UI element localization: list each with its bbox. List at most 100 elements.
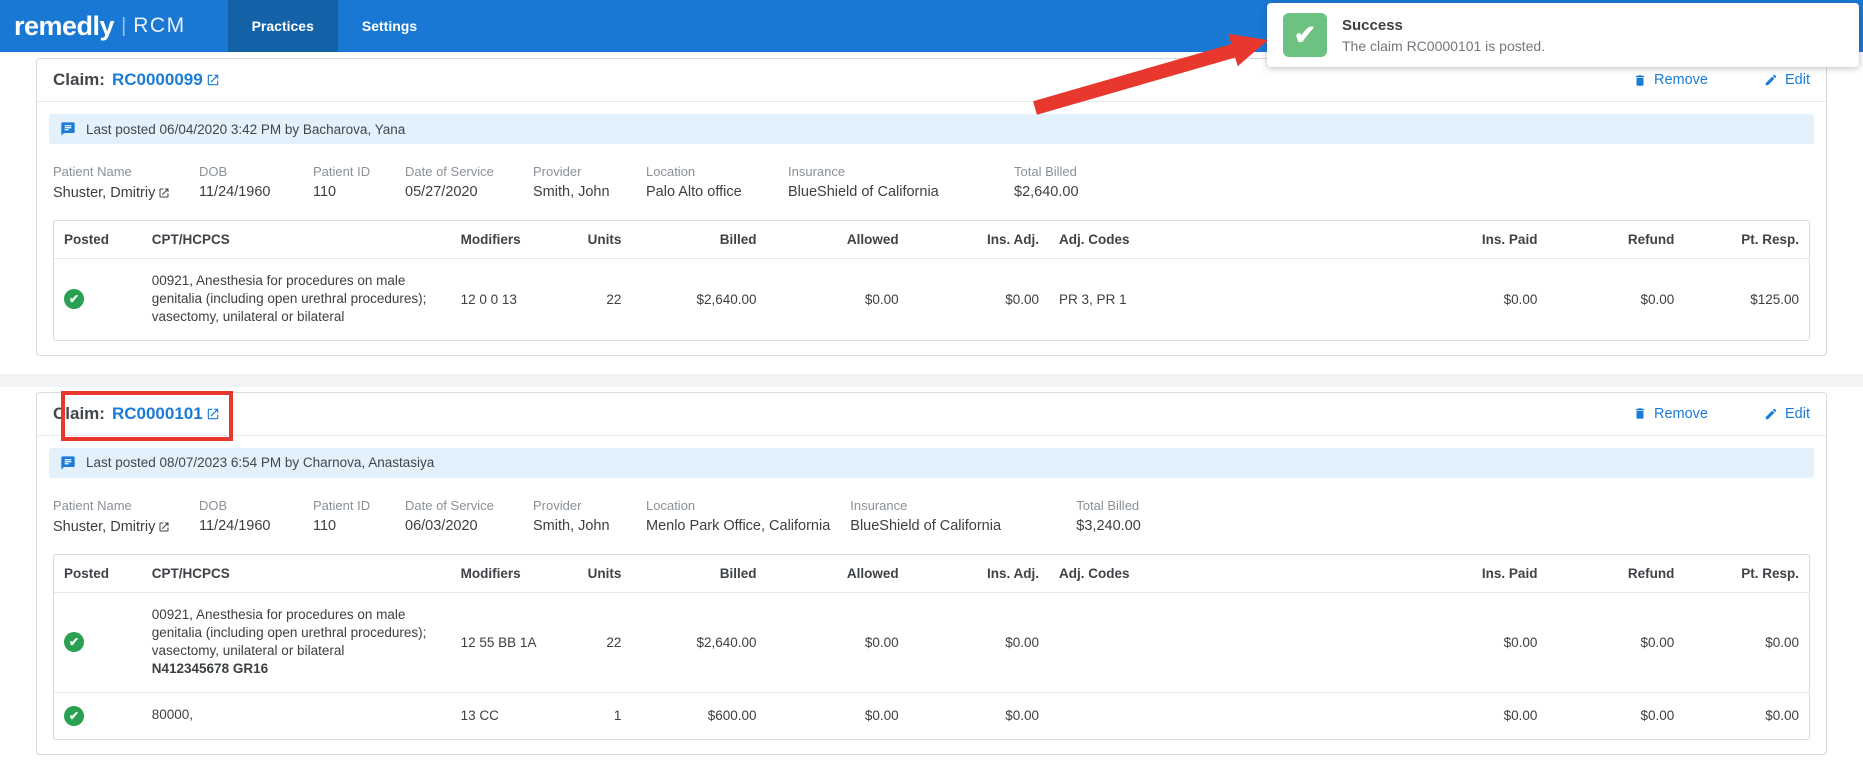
tab-settings-label: Settings xyxy=(361,18,418,34)
app-logo: remedly | RCM xyxy=(0,0,228,52)
claim-actions: Remove Edit xyxy=(1633,72,1810,88)
field-insurance: Insurance BlueShield of California xyxy=(788,164,1014,202)
toast-message: The claim RC0000101 is posted. xyxy=(1342,37,1546,54)
patient-name-value: Shuster, Dmitriy xyxy=(53,518,156,535)
cell-adj-codes xyxy=(1049,592,1319,692)
col-units: Units xyxy=(568,221,632,259)
field-label: Patient ID xyxy=(313,164,371,179)
field-label: Provider xyxy=(533,497,582,513)
field-value: 06/03/2020 xyxy=(405,517,478,534)
external-link-icon xyxy=(159,188,169,198)
cell-allowed: $0.00 xyxy=(864,634,899,650)
patient-name-link[interactable]: Shuster, Dmitriy xyxy=(53,519,170,535)
field-patient-id: Patient ID 110 xyxy=(313,498,405,536)
cell-units: 22 xyxy=(606,634,622,650)
col-modifiers: Modifiers xyxy=(450,221,569,259)
field-total-billed: Total Billed $2,640.00 xyxy=(1014,164,1099,202)
table-row: ✔ 00921, Anesthesia for procedures on ma… xyxy=(54,592,1809,692)
cell-billed: $600.00 xyxy=(631,691,767,739)
cpt-extra: N412345678 GR16 xyxy=(151,661,269,677)
field-patient-name: Patient Name Shuster, Dmitriy xyxy=(53,498,199,536)
field-patient-name: Patient Name Shuster, Dmitriy xyxy=(53,164,199,202)
field-date-of-service: Date of Service 05/27/2020 xyxy=(405,164,533,202)
edit-button[interactable]: Edit xyxy=(1764,406,1810,422)
success-check-icon: ✔ xyxy=(1283,13,1327,57)
col-cpt: CPT/HCPCS xyxy=(141,554,451,593)
toast-text: Success The claim RC0000101 is posted. xyxy=(1342,17,1545,54)
claim-header: Claim: RC0000101 Remove Edit xyxy=(37,390,1826,441)
field-value: Smith, John xyxy=(533,517,610,534)
col-billed: Billed xyxy=(631,554,767,593)
field-value: BlueShield of California xyxy=(788,184,939,200)
trash-icon xyxy=(1635,74,1645,86)
claim-number-link[interactable]: RC0000101 xyxy=(112,404,220,424)
field-label: Provider xyxy=(533,164,582,179)
col-units: Units xyxy=(568,554,632,593)
field-value: 110 xyxy=(313,517,337,534)
claim-lines-table: Posted CPT/HCPCS Modifiers Units Billed … xyxy=(53,220,1810,341)
field-value: BlueShield of California xyxy=(850,517,1002,534)
comment-icon xyxy=(61,122,75,136)
toast-title: Success xyxy=(1342,16,1403,34)
col-posted: Posted xyxy=(54,554,142,593)
tab-settings[interactable]: Settings xyxy=(338,0,441,52)
table-header-row: Posted CPT/HCPCS Modifiers Units Billed … xyxy=(54,554,1809,593)
claim-label: Claim: xyxy=(53,403,105,423)
claim-card-rc0000101: Claim: RC0000101 Remove Edit Last posted… xyxy=(36,390,1827,755)
claim-number: RC0000101 xyxy=(111,403,203,423)
field-total-billed: Total Billed $3,240.00 xyxy=(1076,498,1161,536)
field-dob: DOB 11/24/1960 xyxy=(199,498,313,536)
pencil-icon xyxy=(1765,74,1777,86)
field-label: DOB xyxy=(199,497,228,513)
cpt-description: 00921, Anesthesia for procedures on male… xyxy=(151,606,427,659)
tab-practices[interactable]: Practices xyxy=(227,0,338,52)
col-billed: Billed xyxy=(631,221,767,259)
cell-units: 22 xyxy=(606,291,622,307)
field-label: Date of Service xyxy=(405,164,494,179)
col-adj-codes: Adj. Codes xyxy=(1049,554,1320,593)
comment-icon xyxy=(61,455,75,470)
external-link-icon xyxy=(207,74,218,86)
cell-allowed: $0.00 xyxy=(766,691,909,739)
remove-button[interactable]: Remove xyxy=(1633,406,1708,422)
cell-pt-resp: $125.00 xyxy=(1750,291,1799,307)
field-location: Location Palo Alto office xyxy=(646,164,788,202)
external-link-icon xyxy=(159,522,169,532)
field-value: 05/27/2020 xyxy=(405,184,478,200)
cell-ins-paid: $0.00 xyxy=(1503,291,1538,307)
field-value: $3,240.00 xyxy=(1076,517,1141,534)
col-pt-resp: Pt. Resp. xyxy=(1684,554,1809,593)
external-link-icon xyxy=(207,408,218,419)
field-value: 11/24/1960 xyxy=(199,517,271,534)
remove-button[interactable]: Remove xyxy=(1633,72,1708,88)
brand-divider: | xyxy=(121,14,127,37)
col-allowed: Allowed xyxy=(766,554,909,593)
edit-button-label: Edit xyxy=(1785,72,1810,88)
posted-check-icon: ✔ xyxy=(64,632,84,653)
cell-pt-resp: $0.00 xyxy=(1684,691,1809,739)
field-dob: DOB 11/24/1960 xyxy=(199,164,313,202)
patient-name-value: Shuster, Dmitriy xyxy=(53,185,156,201)
patient-name-link[interactable]: Shuster, Dmitriy xyxy=(53,185,170,201)
section-separator xyxy=(0,373,1863,387)
claim-number-link[interactable]: RC0000099 xyxy=(112,70,220,90)
pencil-icon xyxy=(1765,408,1777,419)
edit-button-label: Edit xyxy=(1785,405,1810,422)
field-value: $2,640.00 xyxy=(1014,184,1079,200)
table-header-row: Posted CPT/HCPCS Modifiers Units Billed … xyxy=(54,221,1809,259)
col-cpt: CPT/HCPCS xyxy=(141,221,451,259)
cpt-description: 80000, xyxy=(151,707,194,723)
col-ins-paid: Ins. Paid xyxy=(1319,221,1548,259)
claim-card-rc0000099: Claim: RC0000099 Remove Edit Last posted… xyxy=(36,58,1827,356)
field-value: 11/24/1960 xyxy=(199,184,271,200)
field-provider: Provider Smith, John xyxy=(533,498,646,536)
cell-modifiers: 13 CC xyxy=(450,691,569,739)
trash-icon xyxy=(1635,408,1645,419)
field-label: Total Billed xyxy=(1014,164,1077,179)
cell-units: 1 xyxy=(568,691,632,739)
col-refund: Refund xyxy=(1547,554,1685,593)
edit-button[interactable]: Edit xyxy=(1764,72,1810,88)
last-posted-banner: Last posted 06/04/2020 3:42 PM by Bachar… xyxy=(49,114,1814,144)
cell-ins-adj: $0.00 xyxy=(908,691,1050,739)
field-location: Location Menlo Park Office, California xyxy=(646,498,850,536)
